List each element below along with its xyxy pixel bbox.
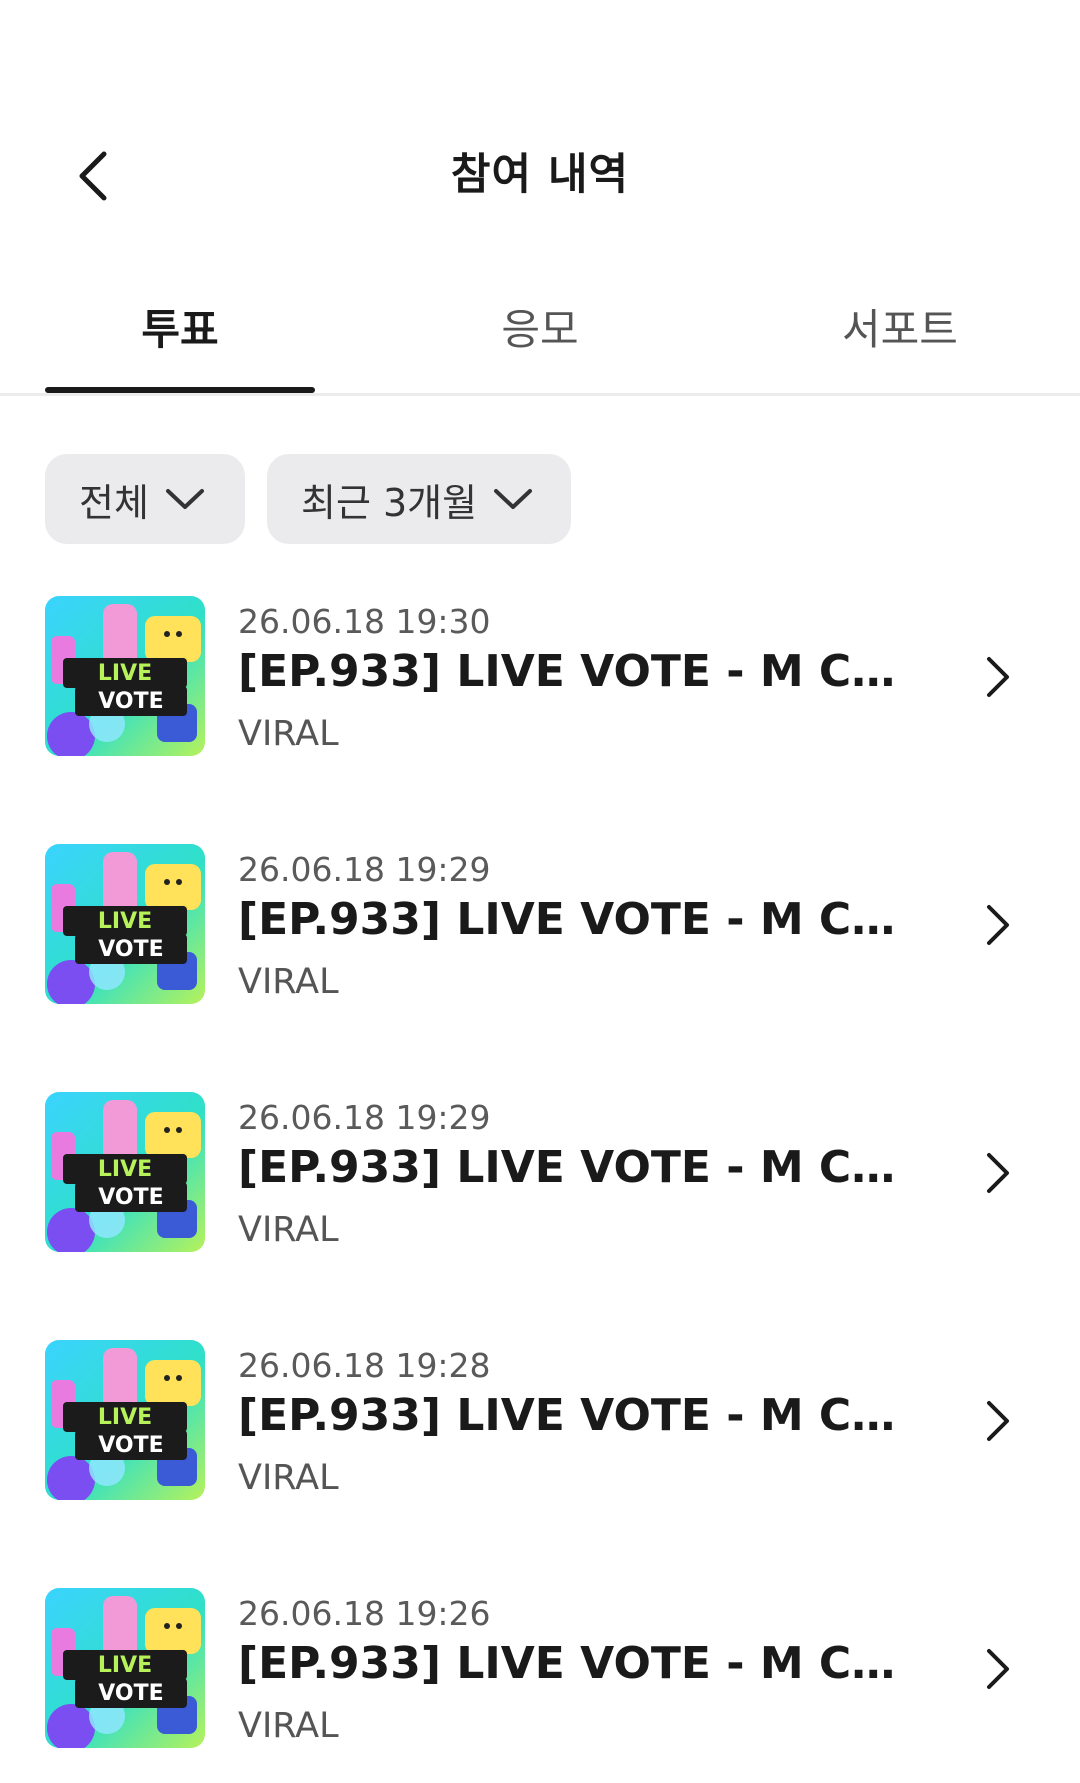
period-filter-dropdown[interactable]: 최근 3개월 <box>267 454 571 544</box>
item-source: VIRAL <box>238 962 339 1002</box>
tab-support[interactable]: 서포트 <box>765 290 1035 394</box>
svg-text:VOTE: VOTE <box>98 1681 163 1706</box>
live-vote-thumbnail: LIVE VOTE <box>45 596 205 756</box>
list-item[interactable]: LIVE VOTE 26.06.18 19:30 [EP.933] LIVE V… <box>0 596 1080 766</box>
tab-entry[interactable]: 응모 <box>405 290 675 394</box>
chevron-right-icon <box>980 1398 1016 1444</box>
list-item[interactable]: LIVE VOTE 26.06.18 19:26 [EP.933] LIVE V… <box>0 1588 1080 1758</box>
live-vote-thumbnail: LIVE VOTE <box>45 1588 205 1748</box>
period-filter-label: 최근 3개월 <box>301 480 478 525</box>
item-date: 26.06.18 19:30 <box>238 602 491 641</box>
svg-text:LIVE: LIVE <box>98 661 152 686</box>
item-source: VIRAL <box>238 1706 339 1746</box>
svg-text:LIVE: LIVE <box>98 1653 152 1678</box>
svg-text:VOTE: VOTE <box>98 1433 163 1458</box>
chevron-right-icon <box>980 1150 1016 1196</box>
item-title: [EP.933] LIVE VOTE - M COUNTDOWN <box>238 894 918 945</box>
item-title: [EP.933] LIVE VOTE - M COUNTDOWN <box>238 1142 918 1193</box>
tab-bar: 투표 응모 서포트 <box>0 290 1080 396</box>
svg-text:VOTE: VOTE <box>98 1185 163 1210</box>
active-tab-indicator <box>45 387 315 393</box>
chevron-down-icon <box>165 487 205 511</box>
svg-text:LIVE: LIVE <box>98 909 152 934</box>
item-date: 26.06.18 19:26 <box>238 1594 491 1633</box>
list-item[interactable]: LIVE VOTE 26.06.18 19:29 [EP.933] LIVE V… <box>0 1092 1080 1262</box>
svg-text:VOTE: VOTE <box>98 689 163 714</box>
chevron-right-icon <box>980 902 1016 948</box>
item-source: VIRAL <box>238 714 339 754</box>
item-source: VIRAL <box>238 1458 339 1498</box>
live-vote-thumbnail: LIVE VOTE <box>45 844 205 1004</box>
category-filter-label: 전체 <box>79 480 149 525</box>
item-title: [EP.933] LIVE VOTE - M COUNTDOWN <box>238 1390 918 1441</box>
tab-vote[interactable]: 투표 <box>45 290 315 394</box>
chevron-right-icon <box>980 654 1016 700</box>
list-item[interactable]: LIVE VOTE 26.06.18 19:28 [EP.933] LIVE V… <box>0 1340 1080 1510</box>
item-title: [EP.933] LIVE VOTE - M COUNTDOWN <box>238 1638 918 1689</box>
live-vote-thumbnail: LIVE VOTE <box>45 1340 205 1500</box>
chevron-right-icon <box>980 1646 1016 1692</box>
page-title: 참여 내역 <box>450 150 630 200</box>
svg-text:VOTE: VOTE <box>98 937 163 962</box>
chevron-down-icon <box>493 487 533 511</box>
live-vote-thumbnail: LIVE VOTE <box>45 1092 205 1252</box>
item-title: [EP.933] LIVE VOTE - M COUNTDOWN <box>238 646 918 697</box>
list-item[interactable]: LIVE VOTE 26.06.18 19:29 [EP.933] LIVE V… <box>0 844 1080 1014</box>
item-date: 26.06.18 19:28 <box>238 1346 491 1385</box>
participation-history-screen: 참여 내역 투표 응모 서포트 전체 최근 3개월 LIVE VOTE 26.0… <box>0 0 1080 1783</box>
item-date: 26.06.18 19:29 <box>238 850 491 889</box>
svg-text:LIVE: LIVE <box>98 1405 152 1430</box>
svg-text:LIVE: LIVE <box>98 1157 152 1182</box>
item-source: VIRAL <box>238 1210 339 1250</box>
header: 참여 내역 <box>0 0 1080 250</box>
category-filter-dropdown[interactable]: 전체 <box>45 454 245 544</box>
item-date: 26.06.18 19:29 <box>238 1098 491 1137</box>
